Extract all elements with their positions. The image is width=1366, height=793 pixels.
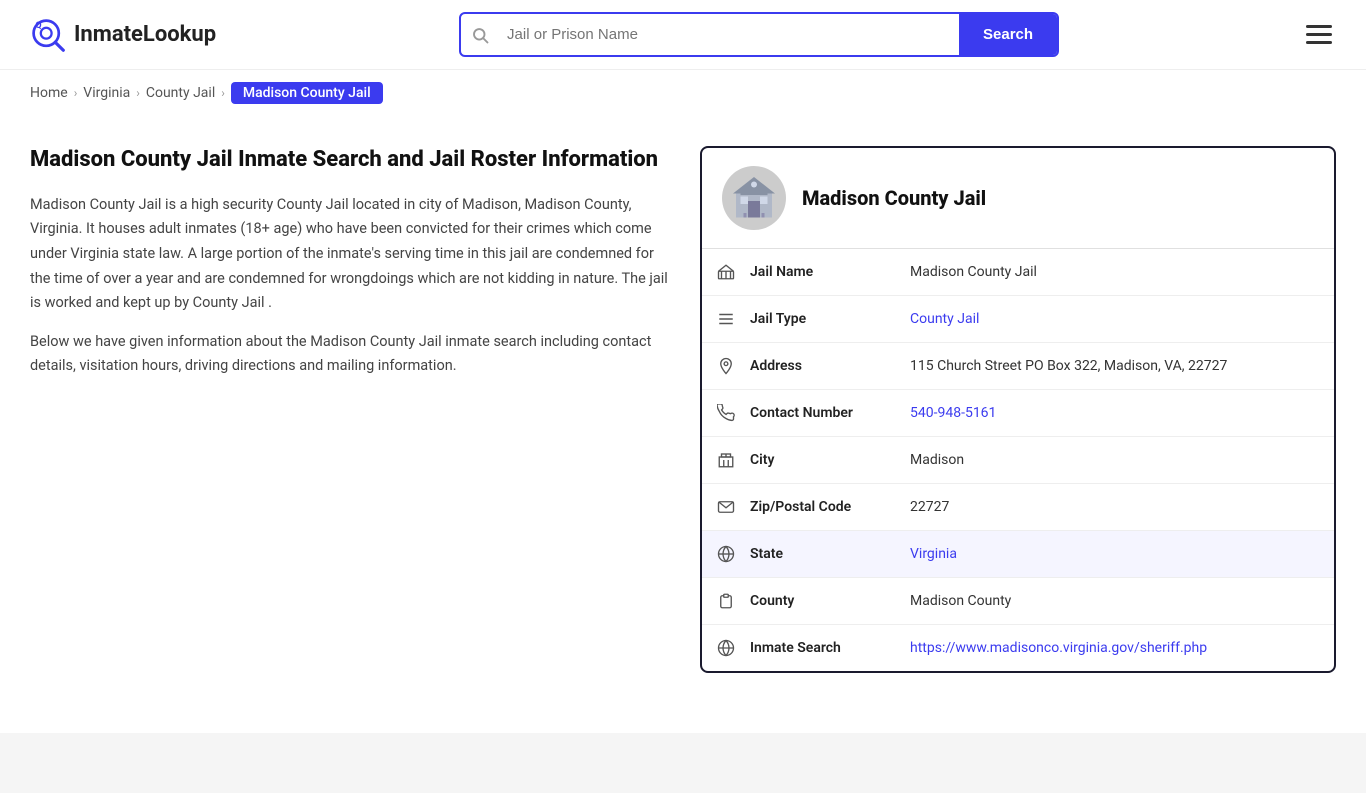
- row-value: 22727: [910, 485, 1334, 529]
- row-icon: [702, 390, 750, 436]
- page-heading: Madison County Jail Inmate Search and Ja…: [30, 146, 670, 175]
- row-icon: [702, 625, 750, 671]
- row-label: Zip/Postal Code: [750, 485, 910, 529]
- row-label: State: [750, 532, 910, 576]
- info-row: Zip/Postal Code22727: [702, 484, 1334, 531]
- info-table: Jail NameMadison County JailJail TypeCou…: [702, 249, 1334, 671]
- row-label: County: [750, 579, 910, 623]
- row-value[interactable]: Virginia: [910, 532, 1334, 576]
- menu-button[interactable]: [1302, 21, 1336, 48]
- row-label: Jail Type: [750, 297, 910, 341]
- breadcrumb-county-jail[interactable]: County Jail: [146, 85, 215, 101]
- row-label: Address: [750, 344, 910, 388]
- row-label: Inmate Search: [750, 626, 910, 670]
- row-link[interactable]: Virginia: [910, 546, 957, 562]
- menu-bar-2: [1306, 33, 1332, 36]
- row-link[interactable]: County Jail: [910, 311, 979, 327]
- row-icon: [702, 249, 750, 295]
- row-value[interactable]: County Jail: [910, 297, 1334, 341]
- search-icon-wrap: [461, 26, 499, 44]
- row-icon: [702, 578, 750, 624]
- row-icon: [702, 296, 750, 342]
- info-row: Contact Number540-948-5161: [702, 390, 1334, 437]
- main-content: Madison County Jail Inmate Search and Ja…: [0, 116, 1366, 713]
- info-card: Madison County Jail Jail NameMadison Cou…: [700, 146, 1336, 673]
- menu-bar-3: [1306, 41, 1332, 44]
- search-input[interactable]: [499, 16, 959, 53]
- footer: [0, 733, 1366, 793]
- search-wrapper: Search: [459, 12, 1059, 57]
- row-label: Contact Number: [750, 391, 910, 435]
- description-para-1: Madison County Jail is a high security C…: [30, 193, 670, 316]
- description-para-2: Below we have given information about th…: [30, 330, 670, 379]
- card-avatar: [722, 166, 786, 230]
- row-label: City: [750, 438, 910, 482]
- info-row: CountyMadison County: [702, 578, 1334, 625]
- search-button[interactable]: Search: [959, 14, 1057, 55]
- row-value[interactable]: 540-948-5161: [910, 391, 1334, 435]
- breadcrumb-sep-2: ›: [136, 86, 140, 100]
- svg-text:Q: Q: [35, 20, 41, 30]
- left-panel: Madison County Jail Inmate Search and Ja…: [30, 146, 670, 393]
- breadcrumb-home[interactable]: Home: [30, 85, 68, 101]
- info-row: Inmate Searchhttps://www.madisonco.virgi…: [702, 625, 1334, 671]
- row-label: Jail Name: [750, 250, 910, 294]
- row-value: Madison: [910, 438, 1334, 482]
- breadcrumb-sep-3: ›: [221, 86, 225, 100]
- row-value: Madison County Jail: [910, 250, 1334, 294]
- row-icon: [702, 484, 750, 530]
- search-area: Search: [459, 12, 1059, 57]
- breadcrumb-sep-1: ›: [74, 86, 78, 100]
- header: Q InmateLookup Search: [0, 0, 1366, 70]
- info-row: Address115 Church Street PO Box 322, Mad…: [702, 343, 1334, 390]
- logo-text: InmateLookup: [74, 22, 216, 47]
- row-link[interactable]: 540-948-5161: [910, 405, 996, 421]
- row-icon: [702, 343, 750, 389]
- logo-icon: Q: [30, 17, 66, 53]
- breadcrumb-virginia[interactable]: Virginia: [83, 85, 130, 101]
- menu-bar-1: [1306, 25, 1332, 28]
- building-icon: [730, 174, 778, 222]
- info-row: CityMadison: [702, 437, 1334, 484]
- breadcrumb: Home › Virginia › County Jail › Madison …: [0, 70, 1366, 116]
- info-row: Jail NameMadison County Jail: [702, 249, 1334, 296]
- info-row: Jail TypeCounty Jail: [702, 296, 1334, 343]
- breadcrumb-current: Madison County Jail: [231, 82, 383, 104]
- row-link[interactable]: https://www.madisonco.virginia.gov/sheri…: [910, 640, 1207, 656]
- row-value[interactable]: https://www.madisonco.virginia.gov/sheri…: [910, 626, 1334, 670]
- row-value: 115 Church Street PO Box 322, Madison, V…: [910, 344, 1334, 388]
- row-value: Madison County: [910, 579, 1334, 623]
- info-row: StateVirginia: [702, 531, 1334, 578]
- logo-link[interactable]: Q InmateLookup: [30, 17, 216, 53]
- row-icon: [702, 531, 750, 577]
- row-icon: [702, 437, 750, 483]
- card-header: Madison County Jail: [702, 148, 1334, 249]
- card-title: Madison County Jail: [802, 186, 986, 210]
- search-icon: [471, 26, 489, 44]
